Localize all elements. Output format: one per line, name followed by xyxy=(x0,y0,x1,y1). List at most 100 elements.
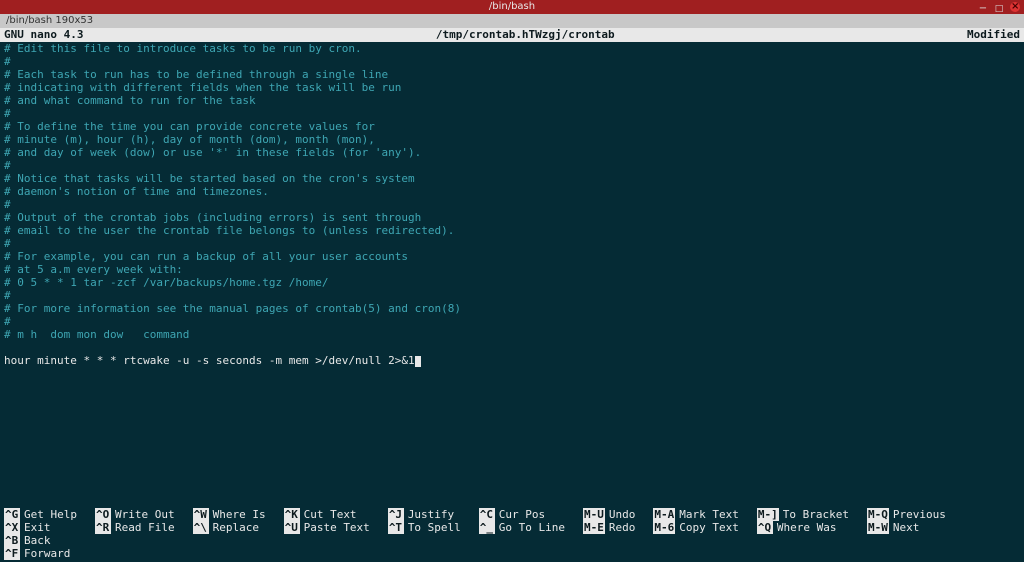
window-title: /bin/bash xyxy=(489,1,535,12)
shortcut[interactable]: ^OWrite Out xyxy=(95,508,175,521)
shortcut-key: ^O xyxy=(95,508,111,521)
shortcut[interactable]: ^C Cur Pos xyxy=(479,508,565,521)
shortcut-key: M-Q xyxy=(867,508,889,521)
shortcut[interactable]: M-]To Bracket xyxy=(757,508,849,521)
close-icon[interactable] xyxy=(1010,2,1020,12)
editor-line: # Each task to run has to be defined thr… xyxy=(4,68,1020,81)
shortcut[interactable]: ^Q Where Was xyxy=(757,521,849,534)
shortcut[interactable]: ^T To Spell xyxy=(388,521,461,534)
nano-status: Modified xyxy=(967,28,1020,42)
shortcut[interactable]: M-6 Copy Text xyxy=(653,521,738,534)
shortcut[interactable]: ^R Read File xyxy=(95,521,175,534)
shortcut-key: ^T xyxy=(388,521,404,534)
shortcut-group: M-AMark TextM-6 Copy Text xyxy=(653,508,738,534)
editor-line: # xyxy=(4,315,1020,328)
shortcut-key: ^R xyxy=(95,521,111,534)
shortcut-label: Previous xyxy=(893,508,946,521)
maximize-icon[interactable] xyxy=(994,2,1004,12)
shortcut-key: M-U xyxy=(583,508,605,521)
editor-line: # For more information see the manual pa… xyxy=(4,302,1020,315)
cursor-icon xyxy=(415,356,421,367)
shortcut-key: ^X xyxy=(4,521,20,534)
terminal-tab-label[interactable]: /bin/bash 190x53 xyxy=(6,15,93,26)
shortcut[interactable]: ^G Get Help xyxy=(4,508,77,521)
shortcut[interactable]: ^JJustify xyxy=(388,508,461,521)
editor-line xyxy=(4,341,1020,354)
shortcut-label: Exit xyxy=(24,521,51,534)
editor-line: # at 5 a.m every week with: xyxy=(4,263,1020,276)
shortcut-label: To Bracket xyxy=(783,508,849,521)
shortcut-key: M-E xyxy=(583,521,605,534)
shortcut-key: ^\ xyxy=(193,521,209,534)
editor-line: # daemon's notion of time and timezones. xyxy=(4,185,1020,198)
shortcut[interactable]: ^K Cut Text xyxy=(284,508,370,521)
shortcut[interactable]: ^F Forward xyxy=(4,547,70,560)
shortcut[interactable]: ^\ Replace xyxy=(193,521,266,534)
shortcut-label: Replace xyxy=(213,521,259,534)
shortcut-label: Back xyxy=(24,534,51,547)
editor-line: # For example, you can run a backup of a… xyxy=(4,250,1020,263)
shortcut-label: Read File xyxy=(115,521,175,534)
shortcut[interactable]: M-Q Previous xyxy=(867,508,946,521)
shortcut-group: M-]To Bracket^Q Where Was xyxy=(757,508,849,534)
editor-line: # 0 5 * * 1 tar -zcf /var/backups/home.t… xyxy=(4,276,1020,289)
shortcut-key: ^Q xyxy=(757,521,773,534)
shortcut-group: ^C Cur Pos ^_ Go To Line xyxy=(479,508,565,534)
editor-line: # To define the time you can provide con… xyxy=(4,120,1020,133)
shortcut-key: ^F xyxy=(4,547,20,560)
shortcut-label: Paste Text xyxy=(304,521,370,534)
editor-command-line[interactable]: hour minute * * * rtcwake -u -s seconds … xyxy=(4,354,1020,367)
shortcut-key: M-6 xyxy=(653,521,675,534)
shortcut-bar: ^G Get Help ^X Exit ^OWrite Out^R Read File ^W… xyxy=(0,508,1024,562)
editor-line: # xyxy=(4,237,1020,250)
editor-line: # Edit this file to introduce tasks to b… xyxy=(4,42,1020,55)
shortcut[interactable]: M-AMark Text xyxy=(653,508,738,521)
nano-version: GNU nano 4.3 xyxy=(4,28,83,42)
editor-line: # email to the user the crontab file bel… xyxy=(4,224,1020,237)
shortcut-label: Copy Text xyxy=(679,521,739,534)
shortcut[interactable]: ^W Where Is xyxy=(193,508,266,521)
window-controls xyxy=(978,0,1020,14)
shortcut-label: Cur Pos xyxy=(499,508,545,521)
shortcut-label: Get Help xyxy=(24,508,77,521)
shortcut-group: ^K Cut Text ^U Paste Text xyxy=(284,508,370,534)
editor-line: # and day of week (dow) or use '*' in th… xyxy=(4,146,1020,159)
shortcut-label: Forward xyxy=(24,547,70,560)
shortcut-key: ^G xyxy=(4,508,20,521)
editor-line: # Notice that tasks will be started base… xyxy=(4,172,1020,185)
shortcut-label: To Spell xyxy=(408,521,461,534)
shortcut-key: ^U xyxy=(284,521,300,534)
minimize-icon[interactable] xyxy=(978,2,988,12)
shortcut-key: ^C xyxy=(479,508,495,521)
shortcut[interactable]: ^BBack xyxy=(4,534,70,547)
editor-line: # indicating with different fields when … xyxy=(4,81,1020,94)
shortcut-key: ^K xyxy=(284,508,300,521)
shortcut-label: Go To Line xyxy=(499,521,565,534)
shortcut-group: ^G Get Help ^X Exit xyxy=(4,508,77,534)
shortcut[interactable]: ^X Exit xyxy=(4,521,77,534)
editor-line: # Output of the crontab jobs (including … xyxy=(4,211,1020,224)
editor-line: # m h dom mon dow command xyxy=(4,328,1020,341)
editor-line: # xyxy=(4,159,1020,172)
shortcut-group: ^OWrite Out^R Read File xyxy=(95,508,175,534)
shortcut[interactable]: M-UUndo xyxy=(583,508,635,521)
shortcut-label: Where Was xyxy=(777,521,837,534)
shortcut-label: Where Is xyxy=(213,508,266,521)
shortcut-group: ^JJustify^T To Spell xyxy=(388,508,461,534)
shortcut[interactable]: ^_ Go To Line xyxy=(479,521,565,534)
shortcut[interactable]: M-ERedo xyxy=(583,521,635,534)
shortcut-label: Justify xyxy=(408,508,454,521)
shortcut[interactable]: ^U Paste Text xyxy=(284,521,370,534)
shortcut-label: Next xyxy=(893,521,920,534)
nano-titlebar: GNU nano 4.3 /tmp/crontab.hTWzgj/crontab… xyxy=(0,28,1024,42)
shortcut-key: ^_ xyxy=(479,521,495,534)
editor-line: # xyxy=(4,289,1020,302)
editor-area[interactable]: # Edit this file to introduce tasks to b… xyxy=(0,42,1024,367)
shortcut[interactable]: M-WNext xyxy=(867,521,946,534)
command-text: hour minute * * * rtcwake -u -s seconds … xyxy=(4,354,415,367)
shortcut-group: M-Q PreviousM-WNext xyxy=(867,508,946,534)
shortcut-key: ^W xyxy=(193,508,209,521)
nano-file-path: /tmp/crontab.hTWzgj/crontab xyxy=(83,28,967,42)
shortcut-label: Cut Text xyxy=(304,508,357,521)
editor-line: # xyxy=(4,107,1020,120)
